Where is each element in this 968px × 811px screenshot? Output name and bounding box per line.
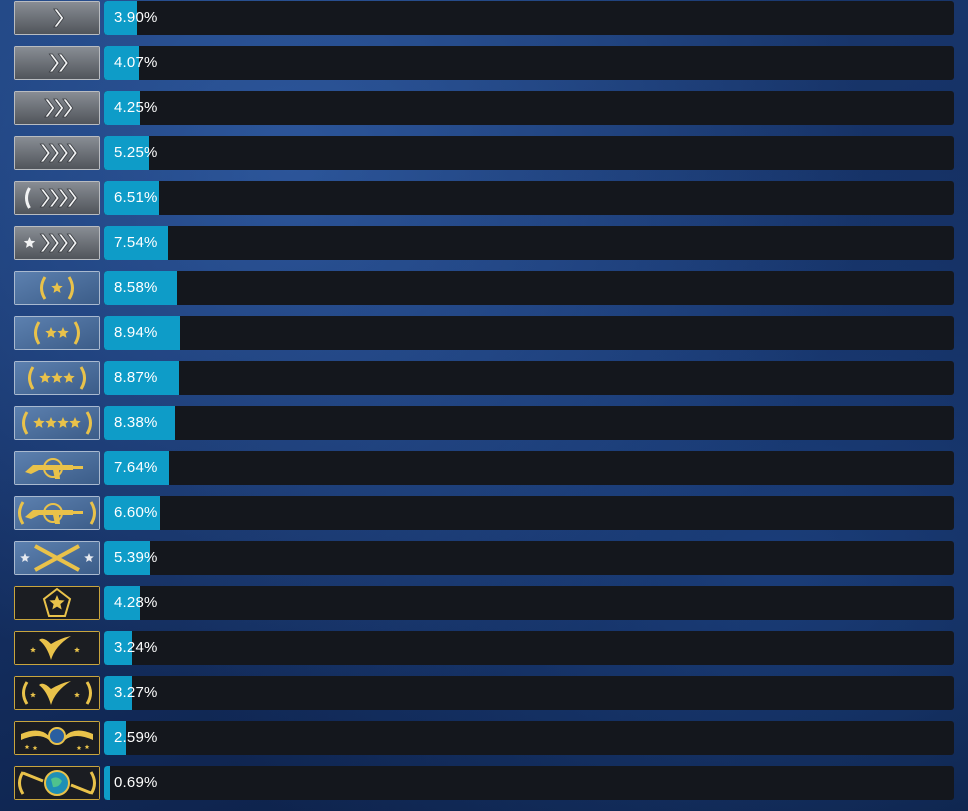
rank-row: 2.59% bbox=[0, 720, 968, 765]
distinguished-master-guardian-icon bbox=[14, 586, 100, 620]
data-label: 3.27% bbox=[114, 684, 158, 701]
gold-nova-1-icon bbox=[14, 271, 100, 305]
bar-track bbox=[104, 586, 954, 620]
bar-track bbox=[104, 541, 954, 575]
silver-3-icon bbox=[14, 91, 100, 125]
data-label: 5.39% bbox=[114, 549, 158, 566]
bar-track bbox=[104, 406, 954, 440]
rank-row: 8.38% bbox=[0, 405, 968, 450]
data-label: 7.54% bbox=[114, 234, 158, 251]
rank-row: 8.87% bbox=[0, 360, 968, 405]
data-label: 2.59% bbox=[114, 729, 158, 746]
rank-row: 0.69% bbox=[0, 765, 968, 810]
silver-2-icon bbox=[14, 46, 100, 80]
bar-track bbox=[104, 271, 954, 305]
bar-track bbox=[104, 91, 954, 125]
bar-track bbox=[104, 676, 954, 710]
data-label: 4.28% bbox=[114, 594, 158, 611]
data-label: 8.58% bbox=[114, 279, 158, 296]
rank-row: 8.94% bbox=[0, 315, 968, 360]
gold-nova-master-icon bbox=[14, 406, 100, 440]
data-label: 3.24% bbox=[114, 639, 158, 656]
silver-elite-icon bbox=[14, 181, 100, 215]
data-label: 8.94% bbox=[114, 324, 158, 341]
rank-row: 5.39% bbox=[0, 540, 968, 585]
rank-row: 6.51% bbox=[0, 180, 968, 225]
rank-row: 8.58% bbox=[0, 270, 968, 315]
bar-track bbox=[104, 361, 954, 395]
bar-track bbox=[104, 766, 954, 800]
bar-track bbox=[104, 631, 954, 665]
rank-row: 6.60% bbox=[0, 495, 968, 540]
legendary-eagle-master-icon bbox=[14, 676, 100, 710]
data-label: 8.38% bbox=[114, 414, 158, 431]
data-label: 8.87% bbox=[114, 369, 158, 386]
gold-nova-3-icon bbox=[14, 361, 100, 395]
rank-row: 4.28% bbox=[0, 585, 968, 630]
bar-track bbox=[104, 496, 954, 530]
rank-row: 3.27% bbox=[0, 675, 968, 720]
bar-track bbox=[104, 46, 954, 80]
rank-distribution-chart: 3.90% 4.07% 4.25% 5.25% 6.51% 7.54% 8.58% 8.94%… bbox=[0, 0, 968, 811]
data-label: 6.60% bbox=[114, 504, 158, 521]
gold-nova-2-icon bbox=[14, 316, 100, 350]
master-guardian-elite-icon bbox=[14, 541, 100, 575]
global-elite-icon bbox=[14, 766, 100, 800]
data-label: 5.25% bbox=[114, 144, 158, 161]
bar-track bbox=[104, 451, 954, 485]
data-label: 7.64% bbox=[114, 459, 158, 476]
bar bbox=[104, 766, 110, 800]
bar-track bbox=[104, 721, 954, 755]
master-guardian-2-icon bbox=[14, 496, 100, 530]
data-label: 4.07% bbox=[114, 54, 158, 71]
silver-1-icon bbox=[14, 1, 100, 35]
legendary-eagle-icon bbox=[14, 631, 100, 665]
rank-row: 3.90% bbox=[0, 0, 968, 45]
rank-row: 7.54% bbox=[0, 225, 968, 270]
rank-row: 4.25% bbox=[0, 90, 968, 135]
data-label: 0.69% bbox=[114, 774, 158, 791]
bar-track bbox=[104, 226, 954, 260]
supreme-master-first-class-icon bbox=[14, 721, 100, 755]
bar-track bbox=[104, 316, 954, 350]
silver-elite-master-icon bbox=[14, 226, 100, 260]
rank-row: 5.25% bbox=[0, 135, 968, 180]
rank-row: 4.07% bbox=[0, 45, 968, 90]
data-label: 4.25% bbox=[114, 99, 158, 116]
bar-track bbox=[104, 136, 954, 170]
silver-4-icon bbox=[14, 136, 100, 170]
data-label: 6.51% bbox=[114, 189, 158, 206]
bar-track bbox=[104, 181, 954, 215]
rank-row: 3.24% bbox=[0, 630, 968, 675]
data-label: 3.90% bbox=[114, 9, 158, 26]
bar-track bbox=[104, 1, 954, 35]
master-guardian-1-icon bbox=[14, 451, 100, 485]
rank-row: 7.64% bbox=[0, 450, 968, 495]
